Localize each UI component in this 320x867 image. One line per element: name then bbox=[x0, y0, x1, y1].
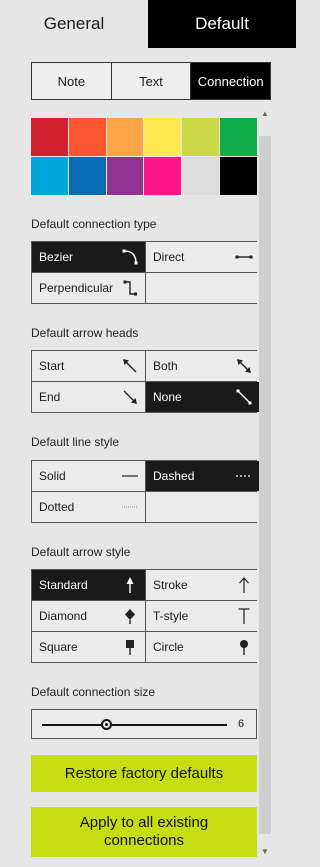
connection-type-label: Default connection type bbox=[31, 217, 157, 231]
option-label: Bezier bbox=[39, 250, 74, 264]
option-label: Solid bbox=[39, 469, 66, 483]
color-swatch[interactable] bbox=[182, 118, 220, 156]
option-label: Perpendicular bbox=[39, 281, 114, 295]
arrow-heads-label: Default arrow heads bbox=[31, 326, 139, 340]
color-palette bbox=[31, 118, 257, 195]
option-none[interactable]: None bbox=[146, 382, 259, 412]
option-stroke[interactable]: Stroke bbox=[146, 570, 259, 600]
t-style-arrow-icon bbox=[238, 608, 250, 624]
scroll-down-icon[interactable]: ▼ bbox=[259, 844, 271, 858]
color-swatch[interactable] bbox=[144, 157, 182, 195]
option-label: End bbox=[39, 390, 61, 404]
color-swatch[interactable] bbox=[31, 157, 68, 195]
line-style-grid: Solid Dashed Dotted bbox=[31, 460, 259, 523]
option-label: None bbox=[153, 390, 182, 404]
top-tab-bar: General Default bbox=[0, 0, 296, 48]
option-label: Start bbox=[39, 359, 65, 373]
option-perpendicular[interactable]: Perpendicular bbox=[32, 273, 145, 303]
option-label: Square bbox=[39, 640, 78, 654]
dotted-line-icon bbox=[122, 506, 138, 508]
color-swatch[interactable] bbox=[220, 157, 257, 195]
empty-cell bbox=[146, 492, 259, 522]
option-dashed[interactable]: Dashed bbox=[146, 461, 259, 491]
diamond-arrow-icon bbox=[125, 609, 135, 624]
option-direct[interactable]: Direct bbox=[146, 242, 259, 272]
tab-general[interactable]: General bbox=[0, 0, 148, 48]
option-t-style[interactable]: T-style bbox=[146, 601, 259, 631]
connection-type-grid: Bezier Direct Perpendicular bbox=[31, 241, 259, 304]
option-bezier[interactable]: Bezier bbox=[32, 242, 145, 272]
perpendicular-line-icon bbox=[123, 280, 137, 296]
arrow-style-grid: Standard Stroke Diamond T-style Square C… bbox=[31, 569, 259, 663]
option-start[interactable]: Start bbox=[32, 351, 145, 381]
option-label: T-style bbox=[153, 609, 189, 623]
empty-cell bbox=[146, 273, 259, 303]
apply-to-all-button[interactable]: Apply to all existing connections bbox=[31, 807, 257, 857]
bezier-curve-icon bbox=[122, 249, 138, 265]
arrow-style-label: Default arrow style bbox=[31, 545, 131, 559]
option-label: Both bbox=[153, 359, 178, 373]
arrow-end-icon bbox=[123, 390, 137, 404]
standard-arrow-icon bbox=[126, 577, 134, 593]
option-square[interactable]: Square bbox=[32, 632, 145, 662]
scroll-thumb[interactable] bbox=[259, 136, 271, 834]
slider-thumb[interactable] bbox=[101, 719, 113, 730]
connection-size-slider[interactable]: 6 bbox=[31, 709, 257, 739]
option-label: Diamond bbox=[39, 609, 88, 623]
solid-line-icon bbox=[122, 475, 138, 477]
color-swatch[interactable] bbox=[106, 118, 144, 156]
restore-defaults-button[interactable]: Restore factory defaults bbox=[31, 755, 257, 792]
arrow-start-icon bbox=[123, 359, 137, 373]
arrow-none-icon bbox=[236, 389, 252, 405]
arrow-heads-grid: Start Both End None bbox=[31, 350, 259, 413]
option-both[interactable]: Both bbox=[146, 351, 259, 381]
direct-line-icon bbox=[235, 255, 253, 259]
option-solid[interactable]: Solid bbox=[32, 461, 145, 491]
tab-default[interactable]: Default bbox=[148, 0, 296, 48]
color-swatch[interactable] bbox=[144, 118, 182, 156]
color-swatch[interactable] bbox=[68, 118, 106, 156]
line-style-label: Default line style bbox=[31, 435, 120, 449]
scrollbar[interactable]: ▲ ▼ bbox=[259, 106, 271, 858]
slider-track[interactable] bbox=[42, 724, 227, 726]
slider-value: 6 bbox=[238, 718, 245, 730]
option-circle[interactable]: Circle bbox=[146, 632, 259, 662]
option-label: Dotted bbox=[39, 500, 75, 514]
square-arrow-icon bbox=[126, 640, 134, 655]
color-swatch[interactable] bbox=[220, 118, 257, 156]
color-swatch[interactable] bbox=[31, 118, 68, 156]
dashed-line-icon bbox=[236, 475, 252, 477]
circle-arrow-icon bbox=[240, 640, 248, 655]
option-diamond[interactable]: Diamond bbox=[32, 601, 145, 631]
tab-note[interactable]: Note bbox=[32, 63, 112, 99]
arrow-both-icon bbox=[237, 359, 251, 373]
connection-size-label: Default connection size bbox=[31, 685, 156, 699]
color-swatch[interactable] bbox=[182, 157, 220, 195]
option-label: Direct bbox=[153, 250, 185, 264]
option-label: Standard bbox=[39, 578, 88, 592]
option-label: Circle bbox=[153, 640, 184, 654]
stroke-arrow-icon bbox=[239, 577, 249, 593]
option-end[interactable]: End bbox=[32, 382, 145, 412]
sub-tab-bar: Note Text Connection bbox=[31, 62, 271, 100]
tab-connection[interactable]: Connection bbox=[191, 63, 271, 99]
option-label: Dashed bbox=[153, 469, 195, 483]
option-label: Stroke bbox=[153, 578, 188, 592]
color-swatch[interactable] bbox=[68, 157, 106, 195]
option-standard[interactable]: Standard bbox=[32, 570, 145, 600]
option-dotted[interactable]: Dotted bbox=[32, 492, 145, 522]
scroll-up-icon[interactable]: ▲ bbox=[259, 106, 271, 120]
color-swatch[interactable] bbox=[106, 157, 144, 195]
tab-text[interactable]: Text bbox=[111, 63, 192, 99]
